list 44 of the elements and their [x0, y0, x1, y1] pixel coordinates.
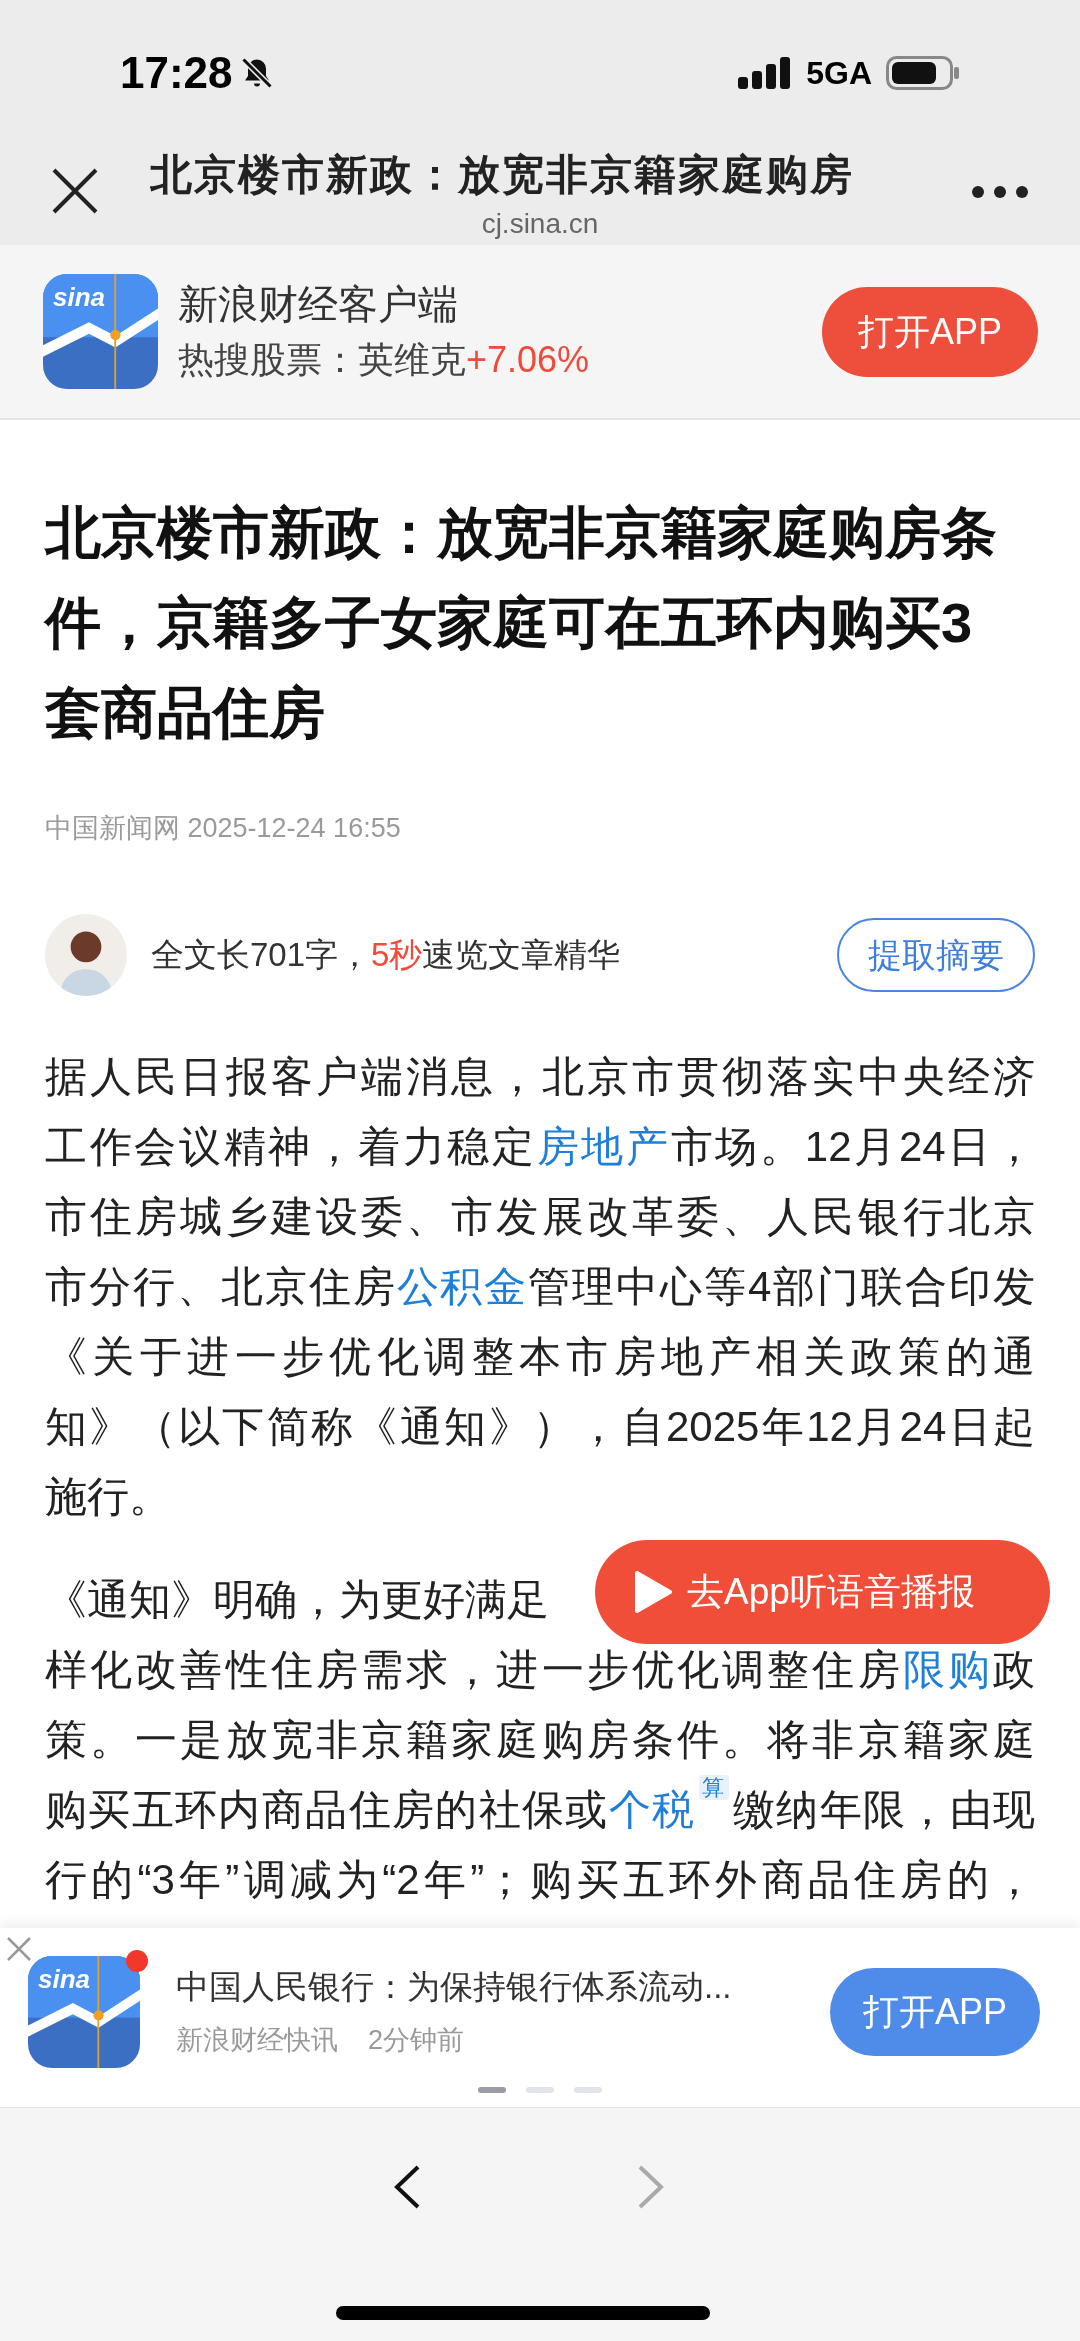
text-line: 据人民日报客户端消息，北京市贯彻落实中央经济 — [45, 1052, 1035, 1102]
article-title: 北京楼市新政：放宽非京籍家庭购房条件，京籍多子女家庭可在五环内购买3套商品住房 — [45, 500, 998, 746]
text-line: 市分行、北京住房公积金管理中心等4部门联合印发 — [45, 1262, 1035, 1312]
back-button[interactable] — [392, 2164, 422, 2210]
network-label: 5GA — [806, 53, 872, 93]
article-link[interactable]: 个税 — [608, 1786, 696, 1833]
text-line: 购买五环内商品住房的社保或个税 $^{算}$ 缴纳年限，由现 — [45, 1775, 1035, 1835]
battery-icon — [886, 55, 960, 90]
hot-stock-label: 热搜股票：英维克 — [178, 337, 466, 382]
text-line: 知》（以下简称《通知》），自2025年12月24日起 — [45, 1402, 1035, 1452]
article-link[interactable]: 房地产 — [536, 1123, 671, 1170]
text-line: 市住房城乡建设委、市发展改革委、人民银行北京 — [45, 1192, 1035, 1242]
app-logo: sina — [28, 1955, 140, 2068]
news-headline: 中国人民银行：为保持银行体系流动... — [176, 1966, 733, 2007]
summary-text: 全文长701字，5秒速览文章精华 — [151, 935, 622, 976]
text-line: 样化改善性住房需求，进一步优化调整住房限购政 — [45, 1645, 1035, 1695]
app-name: 新浪财经客户端 — [178, 280, 459, 328]
text-line: 《通知》明确，为更好满足 — [45, 1575, 549, 1625]
page-indicator[interactable] — [526, 2087, 554, 2093]
listen-audio-button[interactable]: 去App听语音播报 — [595, 1540, 1050, 1644]
article-source: 中国新闻网 2025-12-24 16:55 — [45, 812, 402, 845]
article-link[interactable]: 公积金 — [396, 1263, 529, 1310]
play-icon — [633, 1570, 673, 1614]
forward-button[interactable] — [636, 2164, 666, 2210]
extract-summary-button[interactable]: 提取摘要 — [837, 918, 1035, 992]
page-indicator[interactable] — [478, 2087, 506, 2093]
text-line: 策。一是放宽非京籍家庭购房条件。将非京籍家庭 — [45, 1715, 1035, 1765]
open-app-button[interactable]: 打开APP — [822, 286, 1038, 377]
close-button[interactable] — [50, 166, 100, 216]
news-time: 2分钟前 — [368, 2023, 465, 2057]
app-logo: sina — [43, 274, 158, 389]
text-line: 施行。 — [45, 1472, 171, 1522]
page-indicator[interactable] — [574, 2087, 602, 2093]
text-line: 行的“3年”调减为“2年”；购买五环外商品住房的， — [45, 1855, 1035, 1905]
stock-change: +7.06% — [466, 337, 590, 382]
status-time: 17:28 — [120, 46, 233, 99]
text-line: 《关于进一步优化调整本市房地产相关政策的通 — [45, 1332, 1035, 1382]
text-line: 工作会议精神，着力稳定房地产市场。12月24日， — [45, 1122, 1035, 1172]
signal-icon — [738, 56, 793, 89]
news-source: 新浪财经快讯 — [176, 2023, 338, 2057]
calculator-tag[interactable]: 算 — [699, 1775, 729, 1800]
open-app-button[interactable]: 打开APP — [830, 1967, 1040, 2056]
article-link[interactable]: 限购 — [902, 1646, 993, 1693]
page-url: cj.sina.cn — [480, 208, 600, 240]
